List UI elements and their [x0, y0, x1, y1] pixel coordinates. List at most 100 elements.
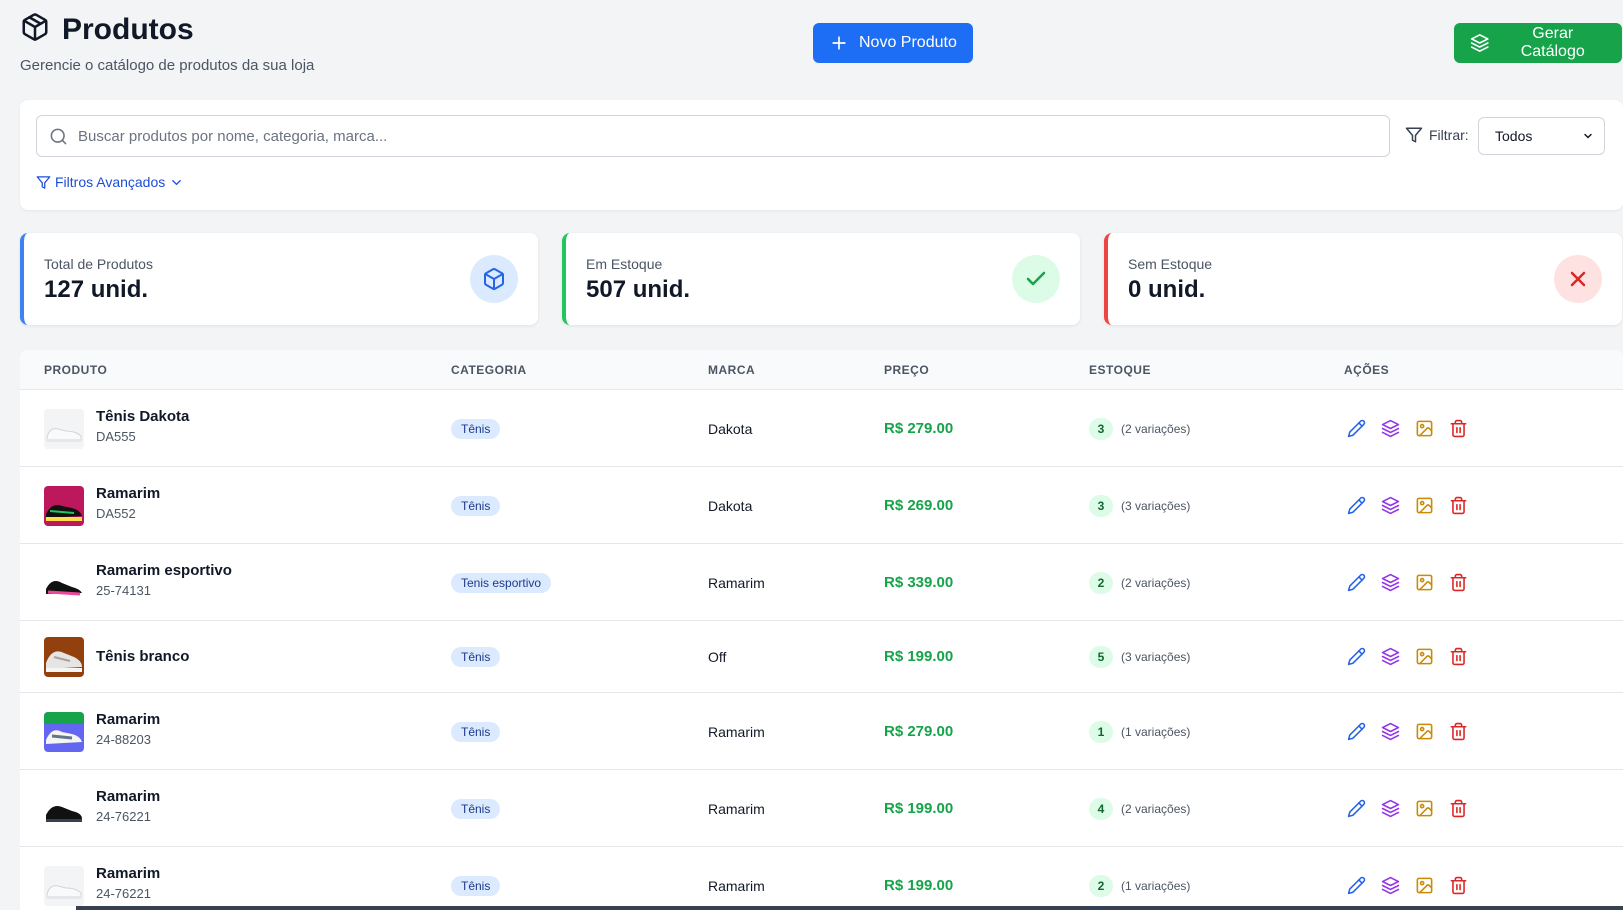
layers-icon[interactable] — [1381, 419, 1400, 438]
layers-icon[interactable] — [1381, 573, 1400, 592]
table-row[interactable]: Tênis branco Tênis Off R$ 199.00 5 (3 variaçõ… — [20, 621, 1623, 693]
edit-icon[interactable] — [1347, 496, 1366, 515]
column-header: ESTOQUE — [1089, 363, 1151, 377]
filter-label: Filtrar: — [1405, 126, 1469, 144]
category-badge: Tenis esportivo — [451, 572, 552, 593]
column-header: PRODUTO — [44, 363, 108, 377]
stat-value: 127 unid. — [44, 276, 149, 303]
image-icon[interactable] — [1415, 419, 1434, 438]
stat-card-out-of-stock: Sem Estoque 0 unid. — [1104, 233, 1622, 325]
product-thumbnail — [44, 408, 84, 449]
price-cell: R$ 279.00 — [884, 722, 954, 740]
price-cell: R$ 269.00 — [884, 496, 954, 514]
search-box[interactable] — [36, 115, 1390, 157]
image-icon[interactable] — [1415, 876, 1434, 895]
stock-badge: 1 — [1089, 720, 1113, 743]
product-thumbnail — [44, 865, 84, 906]
stat-label: Total de Produtos — [44, 256, 153, 272]
table-row[interactable]: Tênis Dakota DA555 Tênis Dakota R$ 279.00 3 (2… — [20, 390, 1623, 467]
product-name: Tênis branco — [96, 648, 190, 665]
filter-icon — [1405, 127, 1423, 143]
stat-card-total: Total de Produtos 127 unid. — [20, 233, 538, 325]
stock-badge: 3 — [1089, 494, 1113, 517]
variations-count: (3 variações) — [1121, 650, 1191, 664]
stat-label: Sem Estoque — [1128, 256, 1213, 272]
row-actions — [1347, 876, 1468, 895]
variations-count: (1 variações) — [1121, 878, 1191, 893]
product-sku: 25-74131 — [96, 582, 151, 598]
stock-badge: 4 — [1089, 797, 1113, 820]
row-actions — [1347, 722, 1468, 741]
variations-count: (3 variações) — [1121, 498, 1191, 513]
layers-icon[interactable] — [1381, 722, 1400, 741]
product-sku: 24-76221 — [96, 808, 151, 824]
stat-label: Em Estoque — [586, 256, 663, 272]
generate-catalog-label: Gerar Catálogo — [1520, 25, 1585, 60]
image-icon[interactable] — [1415, 647, 1434, 666]
layers-icon[interactable] — [1381, 647, 1400, 666]
stock-badge: 3 — [1089, 417, 1113, 440]
edit-icon[interactable] — [1347, 722, 1366, 741]
layers-icon[interactable] — [1381, 799, 1400, 818]
product-sku: DA552 — [96, 505, 136, 521]
advanced-filters-toggle[interactable]: Filtros Avançados — [36, 174, 184, 190]
column-header: CATEGORIA — [451, 363, 527, 377]
image-icon[interactable] — [1415, 496, 1434, 515]
image-icon[interactable] — [1415, 722, 1434, 741]
image-icon[interactable] — [1415, 799, 1434, 818]
trash-icon[interactable] — [1449, 722, 1468, 741]
category-badge: Tênis — [451, 418, 501, 439]
product-sku: 24-76221 — [96, 885, 151, 901]
stock-cell: 4 (2 variações) — [1089, 797, 1190, 820]
page-subtitle: Gerencie o catálogo de produtos da sua l… — [20, 57, 315, 74]
stock-cell: 3 (3 variações) — [1089, 494, 1191, 517]
variations-count: (1 variações) — [1121, 724, 1191, 739]
trash-icon[interactable] — [1449, 573, 1468, 592]
edit-icon[interactable] — [1347, 573, 1366, 592]
layers-icon[interactable] — [1381, 876, 1400, 895]
table-row[interactable]: Ramarim esportivo 25-74131 Tenis esportivo… — [20, 544, 1623, 621]
edit-icon[interactable] — [1347, 876, 1366, 895]
trash-icon[interactable] — [1449, 647, 1468, 666]
trash-icon[interactable] — [1449, 876, 1468, 895]
product-name: Ramarim esportivo — [96, 561, 232, 579]
price-cell: R$ 199.00 — [884, 876, 954, 894]
row-actions — [1347, 573, 1468, 592]
edit-icon[interactable] — [1347, 647, 1366, 666]
stock-cell: 2 (1 variações) — [1089, 874, 1191, 897]
filter-select[interactable]: Todos — [1478, 117, 1605, 155]
trash-icon[interactable] — [1449, 496, 1468, 515]
table-body: Tênis Dakota DA555 Tênis Dakota R$ 279.00 3 (2… — [20, 390, 1623, 910]
edit-icon[interactable] — [1347, 799, 1366, 818]
trash-icon[interactable] — [1449, 419, 1468, 438]
stat-value: 507 unid. — [586, 276, 691, 303]
product-cell: Ramarim 24-76221 — [96, 788, 160, 824]
generate-catalog-button[interactable]: Gerar Catálogo — [1454, 23, 1622, 63]
product-thumbnail — [44, 562, 84, 603]
stat-value: 0 unid. — [1128, 276, 1206, 303]
new-product-button[interactable]: Novo Produto — [813, 23, 973, 63]
table-row[interactable]: Ramarim DA552 Tênis Dakota R$ 269.00 3 (3 vari… — [20, 467, 1623, 544]
search-input[interactable] — [78, 127, 1358, 145]
filter-select-value: Todos — [1495, 128, 1533, 144]
table-row[interactable]: Ramarim 24-88203 Tênis Ramarim R$ 279.00 1 (1 … — [20, 693, 1623, 770]
stock-badge: 5 — [1089, 646, 1113, 668]
variations-count: (2 variações) — [1121, 575, 1191, 590]
brand-cell: Ramarim — [708, 574, 765, 591]
product-sku: DA555 — [96, 428, 136, 444]
trash-icon[interactable] — [1449, 799, 1468, 818]
table-row[interactable]: Ramarim 24-76221 Tênis Ramarim R$ 199.00 2 (1 … — [20, 847, 1623, 910]
table-row[interactable]: Ramarim 24-76221 Tênis Ramarim R$ 199.00 4 (2 … — [20, 770, 1623, 847]
package-icon — [470, 255, 518, 303]
search-panel: Filtrar: Todos Filtros Avançados — [20, 100, 1623, 210]
package-icon — [20, 12, 50, 47]
row-actions — [1347, 496, 1468, 515]
chevron-down-icon — [1584, 133, 1592, 139]
image-icon[interactable] — [1415, 573, 1434, 592]
new-product-label: Novo Produto — [859, 34, 957, 51]
product-cell: Ramarim DA552 — [96, 485, 160, 521]
edit-icon[interactable] — [1347, 419, 1366, 438]
layers-icon[interactable] — [1381, 496, 1400, 515]
product-name: Ramarim — [96, 710, 161, 728]
scrollbar[interactable] — [76, 906, 1623, 910]
